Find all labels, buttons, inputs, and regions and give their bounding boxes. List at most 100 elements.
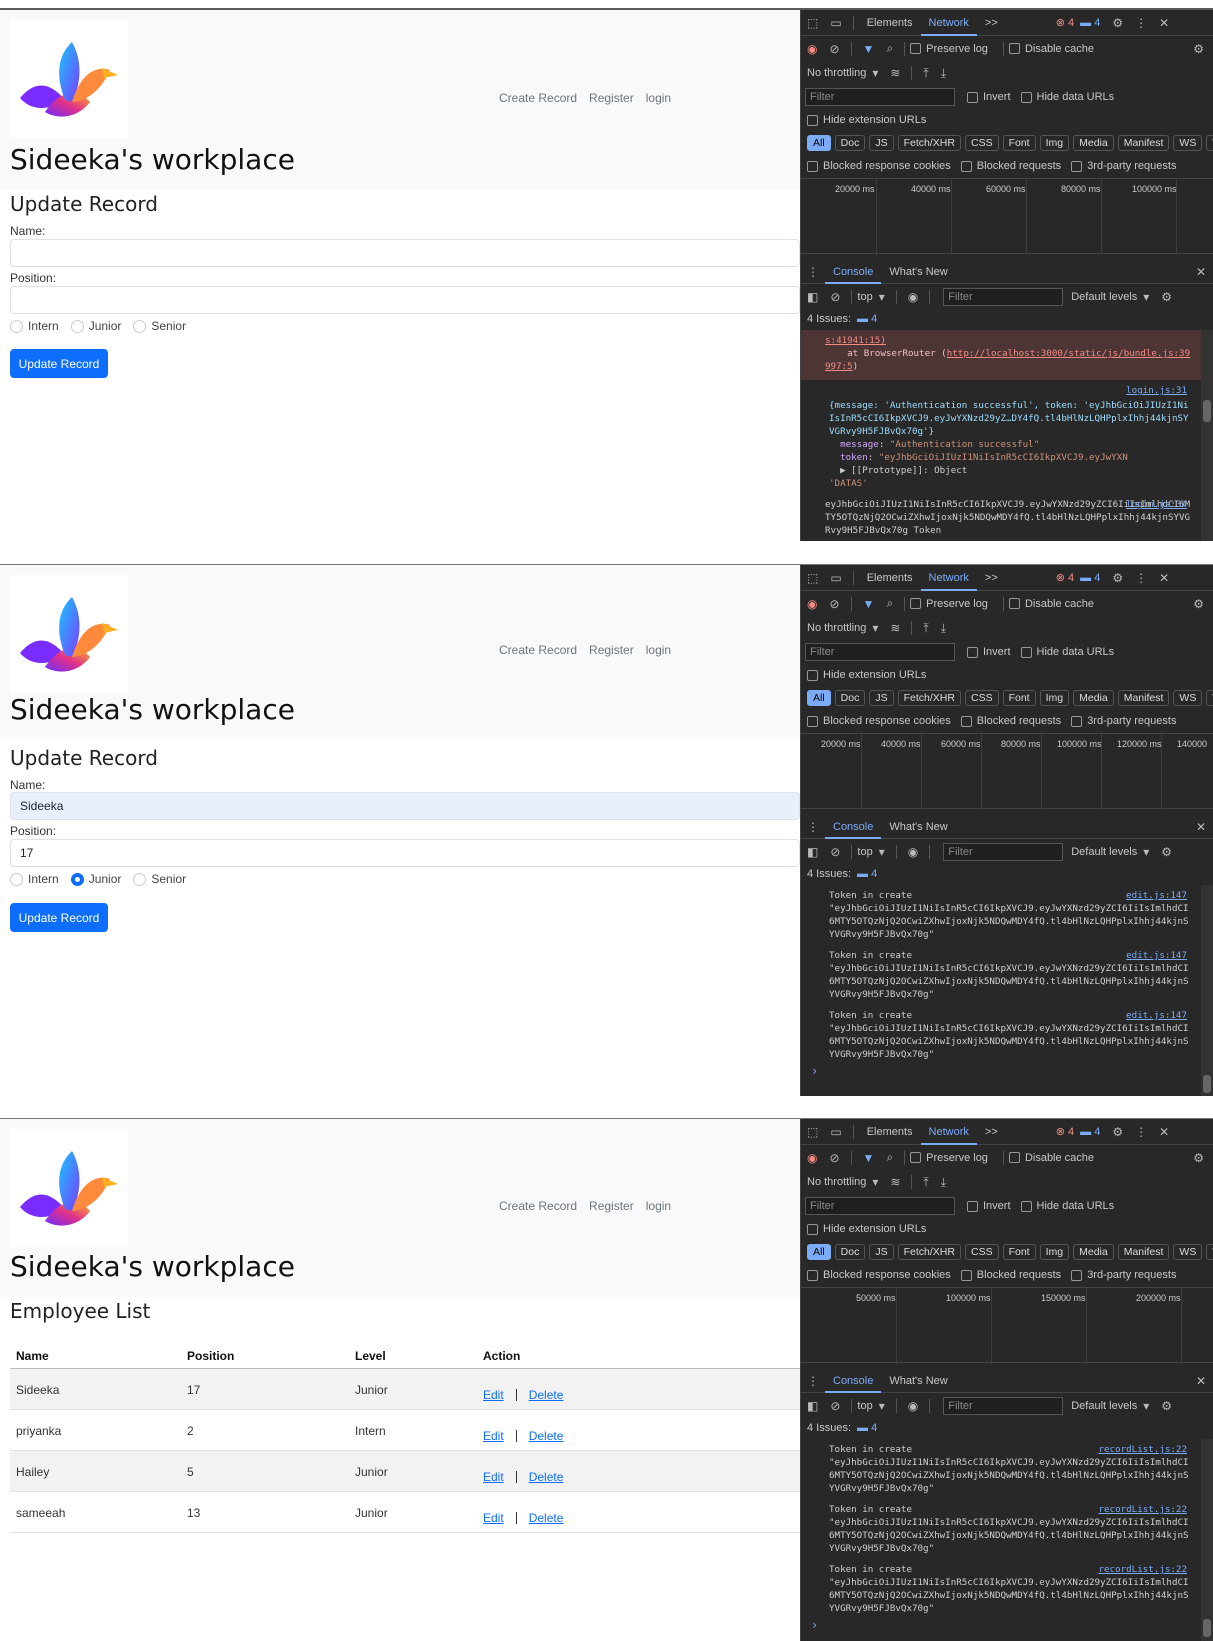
delete-link[interactable]: Delete [529,1511,564,1525]
tab-elements[interactable]: Elements [859,10,921,36]
hide-data-urls-checkbox[interactable]: Hide data URLs [1020,646,1114,658]
context-select[interactable]: top [857,291,872,303]
filter-media[interactable]: Media [1073,1244,1114,1260]
eye-icon[interactable]: ◉ [908,1399,918,1413]
filter-js[interactable]: JS [869,1244,894,1260]
close-icon[interactable]: ✕ [1159,571,1169,585]
hide-extension-urls-checkbox[interactable]: Hide extension URLs [807,1223,926,1235]
device-toolbar-icon[interactable]: ▭ [830,16,841,30]
checkbox-box[interactable] [1008,598,1020,609]
blocked-cookies-checkbox[interactable]: Blocked response cookies [807,160,951,172]
console-prompt[interactable]: › [801,1619,1201,1632]
settings-icon[interactable]: ⚙ [1112,16,1123,30]
filter-doc[interactable]: Doc [834,135,866,151]
record-icon[interactable]: ◉ [807,1151,817,1165]
nav-create-record[interactable]: Create Record [499,643,577,657]
source-link[interactable]: login.js:34 [1126,498,1187,511]
log-levels-select[interactable]: Default levels [1071,291,1137,303]
tab-network[interactable]: Network [920,565,977,591]
radio-junior[interactable]: Junior [70,319,121,333]
blocked-requests-checkbox[interactable]: Blocked requests [960,160,1061,172]
scrollbar-thumb[interactable] [1203,1075,1211,1093]
download-icon[interactable]: ⤓ [941,66,946,81]
filter-fetch-xhr[interactable]: Fetch/XHR [897,135,961,151]
filter-icon[interactable]: ▼ [863,597,875,611]
filter-font[interactable]: Font [1002,135,1036,151]
network-settings-icon[interactable]: ⚙ [1193,1151,1204,1165]
nav-login[interactable]: login [646,643,671,657]
context-select[interactable]: top [857,1400,872,1412]
clear-console-icon[interactable]: ⊘ [830,845,840,859]
name-input[interactable] [10,239,800,267]
radio-intern[interactable]: Intern [10,872,59,886]
checkbox-box[interactable] [807,1223,818,1235]
console-scrollbar[interactable] [1201,1439,1213,1641]
checkbox-box[interactable] [960,715,972,727]
source-link[interactable]: recordList.js:22 [1098,1443,1187,1456]
filter-img[interactable]: Img [1039,135,1070,151]
chevron-down-icon[interactable]: ▾ [1143,1399,1149,1413]
chevron-down-icon[interactable]: ▾ [1143,845,1149,859]
sidebar-toggle-icon[interactable]: ◧ [807,845,818,859]
checkbox-box[interactable] [1020,646,1032,658]
filter-doc[interactable]: Doc [834,1244,866,1260]
edit-link[interactable]: Edit [483,1511,504,1525]
error-count[interactable]: ⊗ 4 [1056,1125,1074,1138]
upload-icon[interactable]: ⤒ [923,66,928,81]
error-count[interactable]: ⊗ 4 [1056,16,1074,29]
filter-manifest[interactable]: Manifest [1117,690,1170,706]
filter-css[interactable]: CSS [964,1244,999,1260]
device-toolbar-icon[interactable]: ▭ [830,571,841,585]
filter-img[interactable]: Img [1039,1244,1070,1260]
tab-whats-new[interactable]: What's New [881,815,955,839]
clear-console-icon[interactable]: ⊘ [830,290,840,304]
chevron-down-icon[interactable]: ▾ [879,290,885,304]
checkbox-box[interactable] [960,160,972,172]
hide-data-urls-checkbox[interactable]: Hide data URLs [1020,91,1114,103]
scrollbar-thumb[interactable] [1203,1619,1211,1637]
tab-network[interactable]: Network [920,10,977,36]
kebab-menu-icon[interactable]: ⋮ [1135,571,1147,585]
stack-location[interactable]: s:41941:15) [825,335,886,346]
inspect-icon[interactable]: ⬚ [807,571,818,585]
third-party-checkbox[interactable]: 3rd-party requests [1071,1269,1176,1281]
chevron-down-icon[interactable]: ▾ [879,845,885,859]
source-link[interactable]: edit.js:147 [1126,1009,1187,1022]
eye-icon[interactable]: ◉ [908,290,918,304]
source-link[interactable]: recordList.js:22 [1098,1563,1187,1576]
settings-icon[interactable]: ⚙ [1112,1125,1123,1139]
console-settings-icon[interactable]: ⚙ [1161,1399,1172,1413]
console-filter-input[interactable]: Filter [943,1397,1064,1415]
message-count[interactable]: ▬ 4 [1080,1126,1100,1138]
filter-ws[interactable]: WS [1173,135,1203,151]
drawer-close-icon[interactable]: ✕ [1196,820,1206,834]
throttling-select[interactable]: No throttling [807,67,866,79]
drawer-menu-icon[interactable]: ⋮ [807,820,819,834]
clear-icon[interactable]: ⊘ [829,1151,839,1165]
sidebar-toggle-icon[interactable]: ◧ [807,290,818,304]
kebab-menu-icon[interactable]: ⋮ [1135,1125,1147,1139]
chevron-down-icon[interactable]: ▾ [1143,290,1149,304]
console-settings-icon[interactable]: ⚙ [1161,290,1172,304]
nav-login[interactable]: login [646,1199,671,1213]
checkbox-box[interactable] [967,1200,978,1212]
filter-js[interactable]: JS [869,690,894,706]
edit-link[interactable]: Edit [483,1470,504,1484]
radio-intern[interactable]: Intern [10,319,59,333]
radio-circle[interactable] [10,319,23,333]
filter-wasm[interactable]: Wa [1206,690,1213,706]
chevron-down-icon[interactable]: ▾ [879,1399,885,1413]
filter-all[interactable]: All [807,135,831,151]
message-count[interactable]: ▬ 4 [1080,17,1100,29]
checkbox-box[interactable] [807,160,818,172]
blocked-cookies-checkbox[interactable]: Blocked response cookies [807,1269,951,1281]
invert-checkbox[interactable]: Invert [967,91,1011,103]
drawer-close-icon[interactable]: ✕ [1196,265,1206,279]
network-filter-input[interactable]: Filter [805,1197,955,1215]
search-icon[interactable]: ⌕ [886,1150,893,1165]
filter-icon[interactable]: ▼ [863,42,875,56]
network-filter-input[interactable]: Filter [805,643,955,661]
position-input[interactable]: 17 [10,839,800,867]
checkbox-box[interactable] [910,598,922,609]
checkbox-box[interactable] [807,669,818,681]
